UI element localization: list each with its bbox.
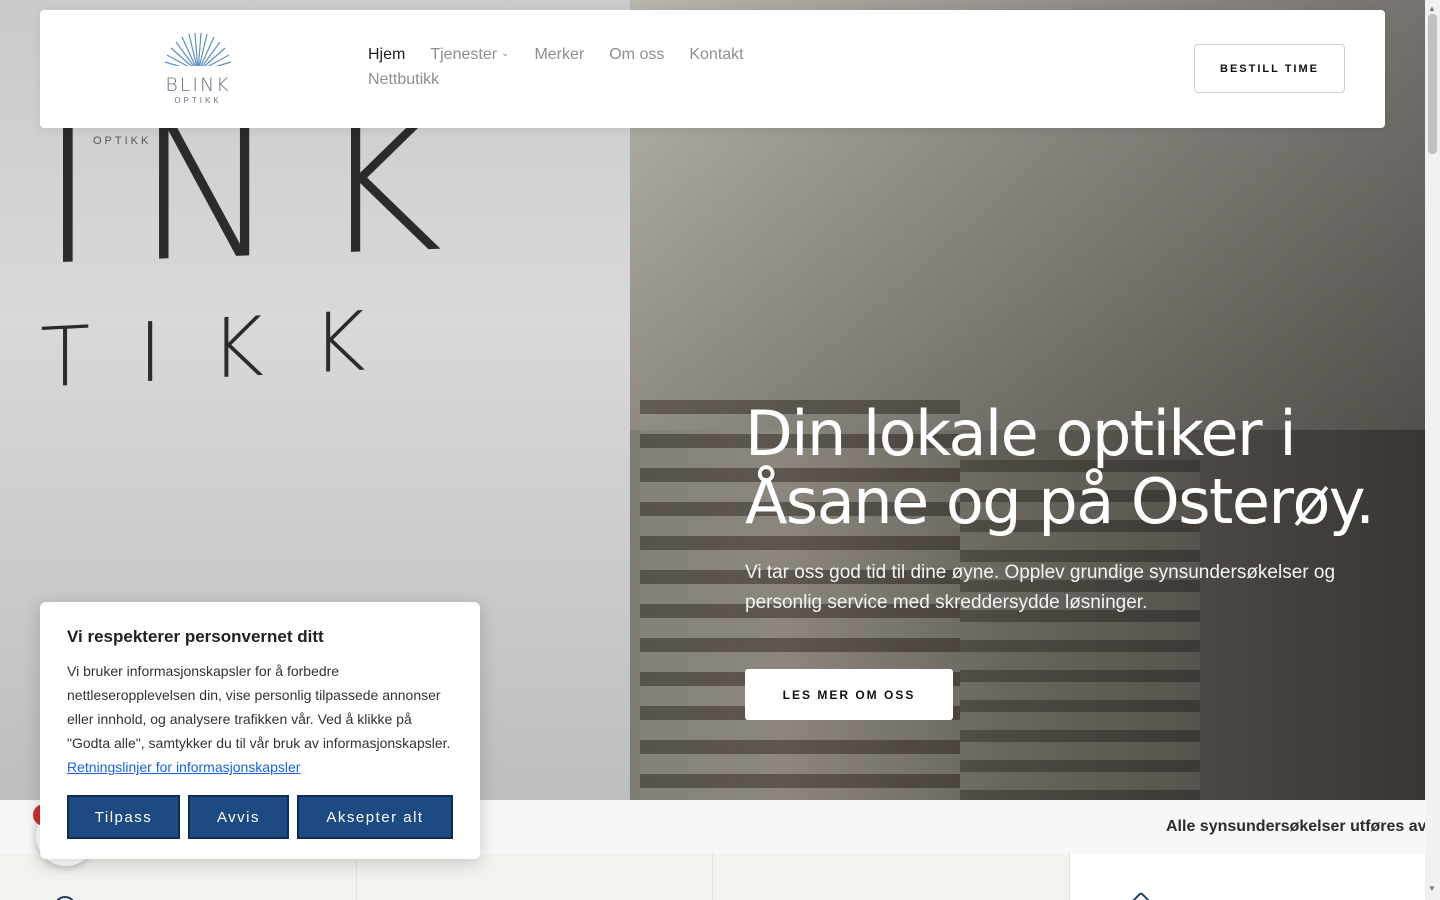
- chevron-down-icon: ⌄: [501, 48, 510, 59]
- nav-item-merker[interactable]: Merker: [534, 44, 584, 65]
- nav-item-kontakt[interactable]: Kontakt: [689, 44, 743, 65]
- hero-title-line1: Din lokale optiker i: [745, 397, 1297, 470]
- cookie-buttons: Tilpass Avvis Aksepter alt: [67, 795, 453, 839]
- nav-item-tjenester[interactable]: Tjenester ⌄: [430, 44, 509, 65]
- sunburst-logo-icon: [162, 32, 234, 76]
- feature-icon: [54, 896, 76, 900]
- feature-card: [1069, 854, 1425, 900]
- feature-icon: [1124, 891, 1157, 900]
- wall-letters-small: TIKK: [40, 292, 414, 407]
- nav-item-nettbutikk[interactable]: Nettbutikk: [368, 69, 439, 90]
- feature-card: [356, 854, 713, 900]
- nav-item-om-oss[interactable]: Om oss: [609, 44, 664, 65]
- nav-item-label: Kontakt: [689, 46, 744, 63]
- cookie-accept-button[interactable]: Aksepter alt: [297, 795, 453, 839]
- brand-sub: OPTIKK: [174, 96, 222, 105]
- nav-item-hjem[interactable]: Hjem: [368, 44, 405, 65]
- feature-cards: [0, 854, 1425, 900]
- hero-copy: Din lokale optiker i Åsane og på Osterøy…: [745, 400, 1385, 618]
- cookie-reject-button[interactable]: Avvis: [188, 795, 289, 839]
- nav-item-label: Merker: [534, 46, 585, 63]
- about-us-button[interactable]: LES MER OM OSS: [745, 669, 953, 720]
- page-scrollbar[interactable]: ▲ ▼: [1425, 0, 1440, 900]
- wall-letters-big: INK: [40, 71, 483, 308]
- nav-item-label: Nettbutikk: [368, 71, 440, 88]
- book-appointment-button[interactable]: BESTILL TIME: [1194, 44, 1345, 93]
- feature-card: [713, 854, 1070, 900]
- scroll-down-arrow-icon[interactable]: ▼: [1428, 884, 1436, 893]
- site-header: BLINK OPTIKK Hjem Tjenester ⌄ Merker Om o…: [40, 10, 1385, 128]
- main-nav: Hjem Tjenester ⌄ Merker Om oss Kontakt Ne…: [368, 44, 788, 90]
- cookie-customize-button[interactable]: Tilpass: [67, 795, 180, 839]
- scrollbar-thumb[interactable]: [1428, 14, 1437, 154]
- hero-title-line2: Åsane og på Osterøy.: [745, 465, 1375, 538]
- nav-item-label: Om oss: [609, 46, 665, 63]
- hero-title: Din lokale optiker i Åsane og på Osterøy…: [745, 400, 1385, 536]
- brand-logo[interactable]: BLINK OPTIKK: [158, 32, 238, 108]
- hero-wall-lettering: INK TIKK: [40, 71, 483, 406]
- brand-name: BLINK: [165, 74, 231, 96]
- wall-letters-sub: OPTIKK: [93, 135, 152, 147]
- cookie-consent-banner: Vi respekterer personvernet ditt Vi bruk…: [40, 602, 480, 859]
- hero-text: Vi tar oss god tid til dine øyne. Opplev…: [745, 562, 1336, 613]
- ticker-text: Alle synsundersøkelser utføres av au: [1166, 818, 1425, 835]
- cookie-text: Vi bruker informasjonskapsler for å forb…: [67, 659, 455, 779]
- nav-item-label: Tjenester: [430, 46, 498, 63]
- nav-item-label: Hjem: [368, 46, 406, 63]
- scroll-up-arrow-icon[interactable]: ▲: [1428, 4, 1436, 13]
- cookie-policy-link[interactable]: Retningslinjer for informasjonskapsler: [67, 759, 300, 775]
- cookie-text-body: Vi bruker informasjonskapsler for å forb…: [67, 663, 451, 751]
- cookie-title: Vi respekterer personvernet ditt: [67, 627, 324, 646]
